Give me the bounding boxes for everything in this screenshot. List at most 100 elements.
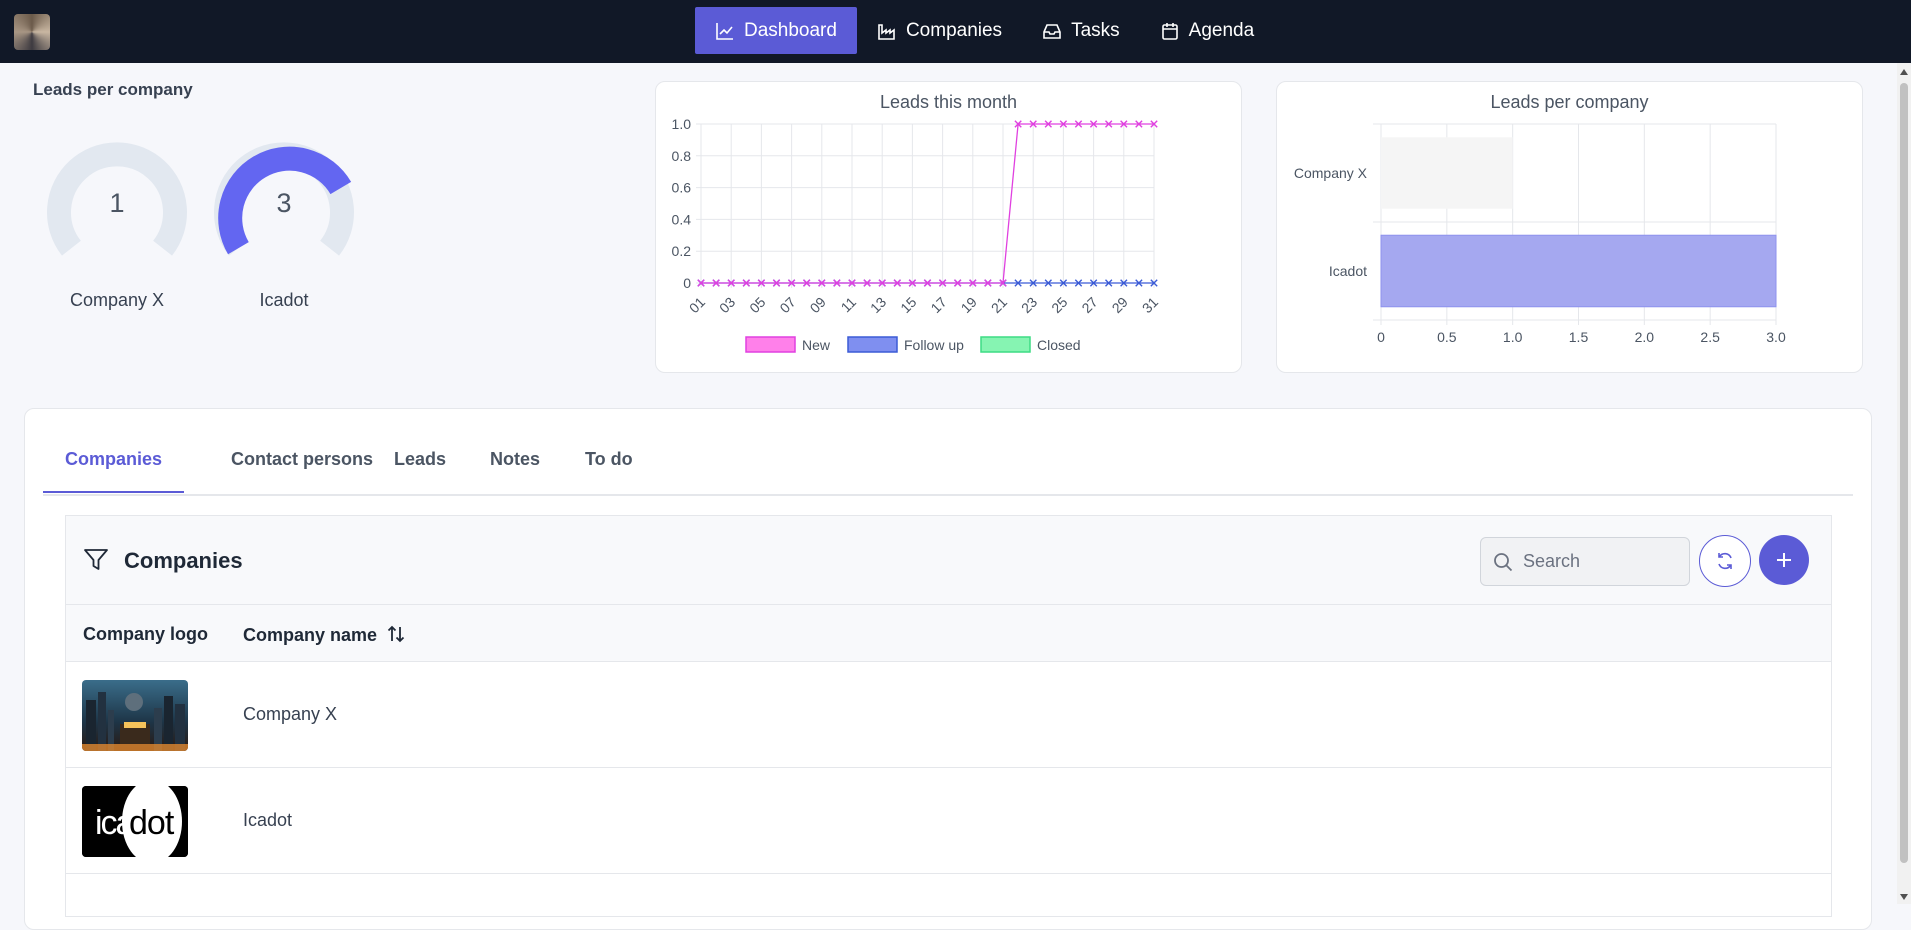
bar-icadot [1380, 234, 1777, 308]
legend-swatch [847, 336, 898, 353]
panel-header: Companies [66, 516, 1831, 605]
icadot-logo-text-right: dot [129, 804, 175, 842]
x-tick-label: 2.5 [1700, 329, 1720, 345]
filter-icon[interactable] [83, 548, 109, 572]
refresh-button[interactable] [1699, 535, 1751, 587]
series-line-new [701, 123, 1154, 284]
top-navbar: Dashboard Companies Tasks Agenda [0, 0, 1911, 63]
nav-companies[interactable]: Companies [857, 7, 1022, 54]
column-company-logo: Company logo [83, 624, 208, 644]
search-box[interactable] [1480, 537, 1690, 586]
chart-line-icon [716, 22, 733, 40]
tab-contact-persons[interactable]: Contact persons [231, 449, 373, 470]
x-tick-label: 25 [1048, 294, 1070, 316]
x-tick-label: 29 [1109, 294, 1131, 316]
x-tick-label: 23 [1018, 294, 1040, 316]
x-tick-label: 1.5 [1569, 329, 1589, 345]
icadot-logo: ica dot [82, 786, 188, 857]
scrollbar-thumb[interactable] [1900, 83, 1908, 863]
donut-label: Company X [69, 290, 165, 310]
legend-label: Follow up [904, 337, 964, 353]
x-tick-label: 11 [838, 294, 860, 316]
scroll-up-arrow-icon[interactable] [1900, 69, 1908, 75]
y-tick-label: 0.2 [672, 243, 692, 259]
nav-menu: Dashboard Companies Tasks Agenda [695, 7, 1274, 54]
city-illustration [82, 680, 188, 751]
nav-dashboard[interactable]: Dashboard [695, 7, 857, 54]
tab-bar: Companies Contact persons Leads Notes To… [43, 409, 1853, 496]
leads-bar-chart: 0 0.5 1.0 1.5 2.0 2.5 3.0 Company X Icadot [1294, 123, 1786, 345]
tab-to-do[interactable]: To do [585, 449, 633, 470]
x-tick-label: 03 [716, 294, 738, 316]
y-tick-label: 0.6 [672, 180, 692, 196]
x-tick-label: 31 [1139, 294, 1161, 316]
donuts-title: Leads per company [33, 80, 193, 99]
search-input[interactable] [1521, 538, 1685, 585]
x-tick-label: 05 [746, 294, 768, 316]
x-tick-label: 21 [988, 294, 1010, 316]
refresh-icon [1718, 552, 1732, 570]
x-tick-label: 0.5 [1437, 329, 1457, 345]
table-row[interactable]: Company X [66, 662, 1831, 768]
sort-icon[interactable] [386, 624, 406, 644]
legend-swatch [745, 336, 796, 353]
column-company-name[interactable]: Company name [243, 624, 406, 646]
x-tick-label: 27 [1078, 294, 1100, 316]
app-logo[interactable] [14, 14, 50, 50]
donut-value: 1 [109, 188, 125, 218]
y-tick-label: 0 [683, 275, 691, 291]
tab-leads[interactable]: Leads [394, 449, 446, 470]
x-tick-label: 1.0 [1503, 329, 1523, 345]
legend-label: New [802, 337, 831, 353]
x-tick-label: 3.0 [1766, 329, 1786, 345]
nav-tasks-label: Tasks [1071, 19, 1120, 41]
legend-swatch [980, 336, 1031, 353]
x-tick-label: 09 [807, 294, 829, 316]
leads-per-company-card: Leads per company 0 0.5 1.0 1.5 2.0 2.5 3.0 Com… [1276, 81, 1863, 373]
scroll-down-arrow-icon[interactable] [1900, 894, 1908, 900]
x-tick-label: 2.0 [1635, 329, 1655, 345]
y-tick-label: 0.4 [672, 211, 692, 227]
donut-value: 3 [276, 188, 292, 218]
companies-panel: Companies Company logo Company name [65, 515, 1832, 917]
y-tick-label: 0.8 [672, 148, 692, 164]
nav-companies-label: Companies [905, 19, 1003, 41]
y-tick-label: Company X [1294, 165, 1368, 181]
inbox-icon [1043, 23, 1061, 39]
table-row[interactable]: ica dot Icadot [66, 768, 1831, 874]
company-name: Icadot [243, 810, 293, 830]
donut-company-x: 1 Company X [43, 128, 191, 310]
x-tick-label: 07 [776, 294, 798, 316]
factory-icon [878, 23, 895, 40]
nav-agenda[interactable]: Agenda [1140, 7, 1275, 54]
leads-this-month-card: Leads this month 0 0.2 0.4 0.6 0.8 1.0 01 03 05 0… [655, 81, 1242, 373]
page-scrollbar[interactable] [1897, 63, 1911, 904]
tab-companies[interactable]: Companies [65, 449, 162, 470]
x-tick-label: 15 [897, 294, 919, 316]
company-logo-image: ica dot [82, 786, 188, 857]
company-logo-image [82, 680, 188, 751]
x-tick-label: 17 [927, 294, 949, 316]
nav-tasks[interactable]: Tasks [1022, 7, 1140, 54]
y-tick-label: 1.0 [672, 116, 692, 132]
donut-icadot: 3 Icadot [210, 128, 358, 310]
panel-title: Companies [124, 548, 243, 573]
tab-notes[interactable]: Notes [490, 449, 540, 470]
legend-label: Closed [1037, 337, 1081, 353]
bar-company-x [1381, 137, 1513, 209]
column-company-name-label: Company name [243, 625, 378, 645]
donut-label: Icadot [259, 290, 309, 310]
x-tick-label: 19 [958, 294, 980, 316]
company-name: Company X [243, 704, 338, 724]
x-tick-label: 13 [867, 294, 889, 316]
nav-dashboard-label: Dashboard [744, 19, 837, 41]
search-icon [1494, 553, 1513, 572]
nav-agenda-label: Agenda [1188, 19, 1255, 41]
x-tick-label: 0 [1377, 329, 1385, 345]
y-tick-label: Icadot [1329, 263, 1367, 279]
add-company-button[interactable] [1759, 535, 1809, 585]
plus-icon [1777, 553, 1791, 567]
leads-line-chart: 0 0.2 0.4 0.6 0.8 1.0 01 03 05 07 09 11 13 15 17 19 21 23… [672, 116, 1162, 353]
x-tick-label: 01 [686, 294, 708, 316]
table-header: Company logo Company name [66, 605, 1831, 662]
